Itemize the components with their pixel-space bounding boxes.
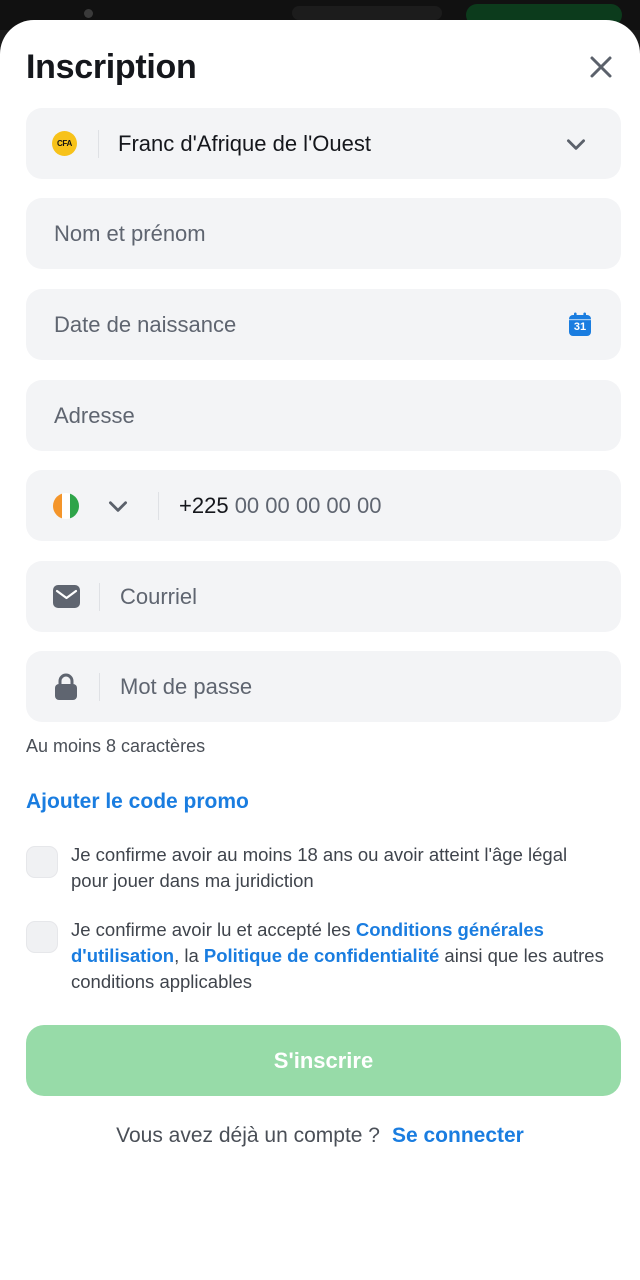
currency-select[interactable]: CFA Franc d'Afrique de l'Ouest (26, 108, 621, 179)
lock-icon (55, 673, 77, 700)
field-divider (158, 491, 159, 520)
field-divider (99, 672, 100, 701)
cote-divoire-flag-icon (53, 492, 79, 519)
close-icon (590, 56, 612, 78)
country-code-selector[interactable] (53, 492, 79, 519)
birth-date-field[interactable]: Date de naissance 31 (26, 289, 621, 360)
terms-text-part: , la (174, 945, 204, 966)
password-hint: Au moins 8 caractères (26, 736, 206, 756)
calendar-icon-day: 31 (573, 321, 587, 333)
login-link[interactable]: Se connecter (392, 1124, 524, 1148)
phone-prefix: +225 (179, 492, 229, 518)
phone-number-input[interactable]: +225 00 00 00 00 00 (179, 493, 382, 519)
email-placeholder: Courriel (120, 583, 198, 609)
terms-consent-checkbox[interactable] (26, 921, 58, 953)
camera-dot (84, 9, 93, 18)
full-name-placeholder: Nom et prénom (54, 220, 206, 246)
terms-consent-row: Je confirme avoir lu et accepté les Cond… (26, 917, 606, 995)
calendar-icon[interactable]: 31 (568, 312, 592, 337)
page-title: Inscription (26, 48, 197, 86)
age-consent-text: Je confirme avoir au moins 18 ans ou avo… (71, 844, 568, 891)
password-field[interactable]: Mot de passe (26, 651, 621, 722)
close-button[interactable] (584, 50, 618, 84)
address-field[interactable]: Adresse (26, 380, 621, 451)
age-consent-checkbox[interactable] (26, 846, 58, 878)
field-divider (98, 129, 99, 158)
full-name-field[interactable]: Nom et prénom (26, 198, 621, 269)
chevron-down-icon[interactable] (105, 493, 131, 519)
address-placeholder: Adresse (54, 402, 135, 428)
terms-text-part: Je confirme avoir lu et accepté les (71, 919, 356, 940)
birth-date-placeholder: Date de naissance (54, 311, 237, 337)
field-divider (99, 582, 100, 611)
password-placeholder: Mot de passe (120, 673, 253, 699)
login-question: Vous avez déjà un compte ? (116, 1124, 380, 1147)
registration-sheet: Inscription CFA Franc d'Afrique de l'Oue… (0, 20, 640, 1280)
age-consent-row: Je confirme avoir au moins 18 ans ou avo… (26, 842, 606, 894)
chevron-down-icon (567, 138, 585, 150)
currency-badge-icon: CFA (52, 131, 77, 156)
privacy-policy-link[interactable]: Politique de confidentialité (204, 945, 439, 966)
status-indicator (292, 6, 442, 20)
add-promo-code-link[interactable]: Ajouter le code promo (26, 790, 249, 814)
register-button[interactable]: S'inscrire (26, 1025, 621, 1096)
mail-icon (53, 585, 80, 608)
login-prompt: Vous avez déjà un compte ? Se connecter (0, 1124, 640, 1148)
currency-value: Franc d'Afrique de l'Ouest (118, 130, 371, 156)
email-field[interactable]: Courriel (26, 561, 621, 632)
phone-placeholder: 00 00 00 00 00 (234, 492, 382, 518)
terms-consent-text: Je confirme avoir lu et accepté les Cond… (71, 917, 606, 995)
phone-field[interactable]: +225 00 00 00 00 00 (26, 470, 621, 541)
